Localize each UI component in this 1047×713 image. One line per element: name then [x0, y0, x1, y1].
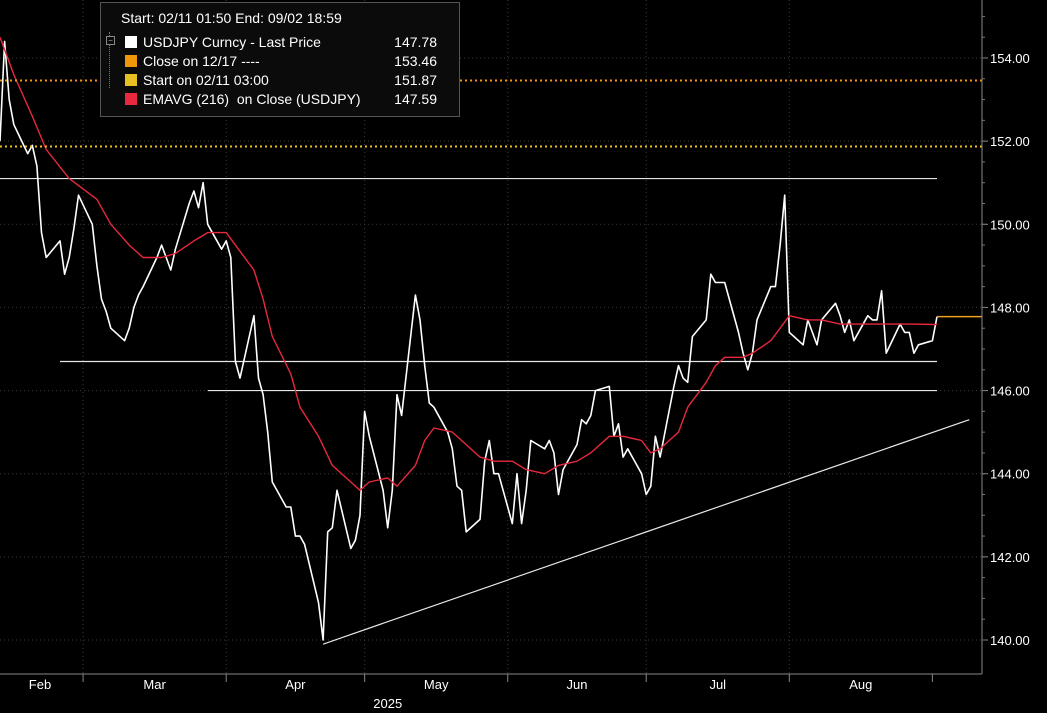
legend-item-start: Start on 02/11 03:00 151.87 — [121, 71, 453, 90]
x-tick-label: May — [424, 677, 449, 692]
legend-item-close: Close on 12/17 ---- 153.46 — [121, 52, 453, 71]
legend-value: 147.59 — [394, 91, 437, 107]
x-axis-ticks: Feb Mar Apr May Jun Jul Aug — [29, 674, 933, 692]
legend-value: 147.78 — [394, 34, 437, 50]
x-tick-label: Mar — [143, 677, 166, 692]
y-tick-label: 150.00 — [990, 217, 1030, 232]
legend: Start: 02/11 01:50 End: 09/02 18:59 − US… — [100, 2, 460, 117]
y-tick-label: 142.00 — [990, 550, 1030, 565]
y-tick-label: 146.00 — [990, 384, 1030, 399]
swatch-icon — [125, 36, 137, 48]
x-tick-label: Apr — [285, 677, 306, 692]
legend-label: EMAVG (216) on Close (USDJPY) — [143, 91, 361, 107]
x-tick-label: Aug — [849, 677, 872, 692]
swatch-icon — [125, 55, 137, 67]
x-axis-year-label: 2025 — [373, 696, 402, 711]
x-tick-label: Jul — [709, 677, 726, 692]
legend-header: Start: 02/11 01:50 End: 09/02 18:59 — [121, 10, 342, 26]
y-tick-label: 144.00 — [990, 467, 1030, 482]
swatch-icon — [125, 93, 137, 105]
legend-label: Close on 12/17 ---- — [143, 53, 260, 69]
y-tick-label: 152.00 — [990, 134, 1030, 149]
y-tick-label: 140.00 — [990, 633, 1030, 648]
y-tick-label: 148.00 — [990, 300, 1030, 315]
collapse-icon[interactable]: − — [106, 36, 115, 45]
legend-label: Start on 02/11 03:00 — [143, 72, 269, 88]
legend-item-emavg: EMAVG (216) on Close (USDJPY) 147.59 — [121, 90, 453, 109]
y-tick-label: 154.00 — [990, 51, 1030, 66]
legend-label: USDJPY Curncy - Last Price — [143, 34, 321, 50]
legend-value: 151.87 — [394, 72, 437, 88]
legend-item-last-price: USDJPY Curncy - Last Price 147.78 — [121, 33, 453, 52]
x-tick-label: Feb — [29, 677, 51, 692]
legend-value: 153.46 — [394, 53, 437, 69]
swatch-icon — [125, 74, 137, 86]
x-tick-label: Jun — [566, 677, 587, 692]
y-axis-ticks: 154.00 152.00 150.00 148.00 146.00 144.00 142.… — [982, 15, 1030, 648]
